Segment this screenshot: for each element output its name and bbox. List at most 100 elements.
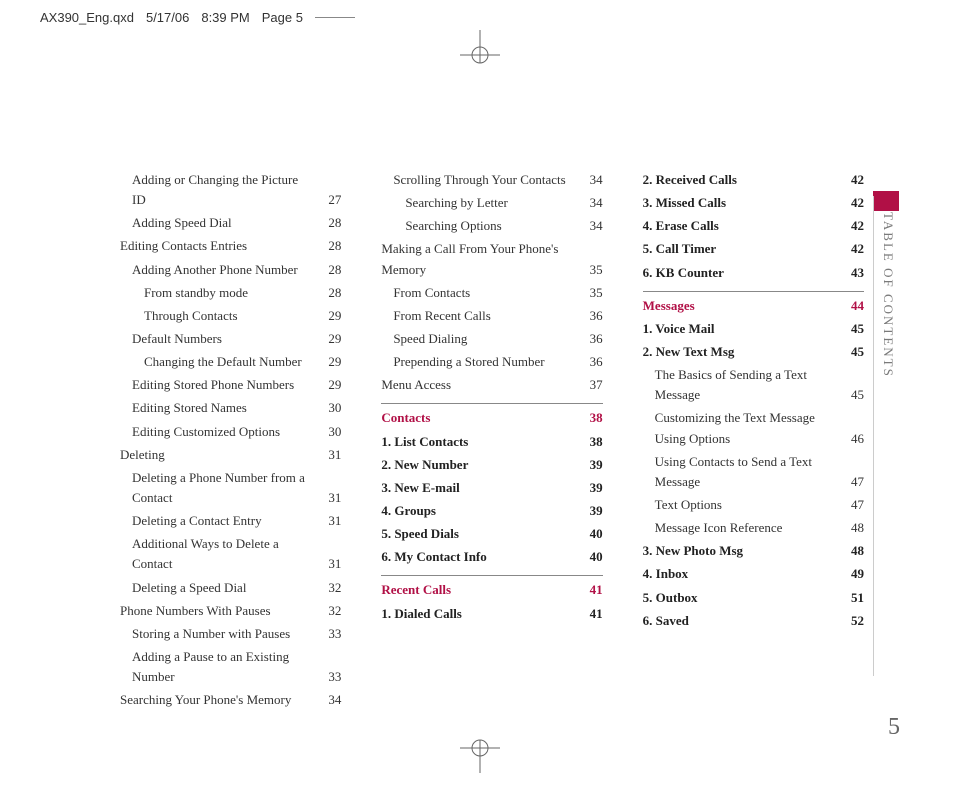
print-header: AX390_Eng.qxd 5/17/06 8:39 PM Page 5	[40, 10, 355, 25]
toc-entry: 2. Received Calls42	[643, 170, 864, 190]
toc-entry: Prepending a Stored Number36	[381, 352, 602, 372]
toc-page: 36	[579, 352, 603, 372]
toc-page: 31	[317, 445, 341, 465]
toc-label: Adding Another Phone Number	[132, 260, 317, 280]
toc-label: 4. Groups	[381, 501, 578, 521]
toc-page: 29	[317, 375, 341, 395]
header-rule	[315, 17, 355, 18]
toc-label: Customizing the Text Message Using Optio…	[655, 408, 840, 448]
toc-entry: 6. My Contact Info40	[381, 547, 602, 567]
toc-entry: From Contacts35	[381, 283, 602, 303]
file-page: Page 5	[262, 10, 303, 25]
toc-page: 37	[579, 375, 603, 395]
toc-page: 34	[317, 690, 341, 710]
toc-entry: Speed Dialing36	[381, 329, 602, 349]
toc-page: 47	[840, 472, 864, 492]
toc-column-1: Adding or Changing the Picture ID27Addin…	[120, 170, 341, 713]
toc-label: Editing Stored Phone Numbers	[132, 375, 317, 395]
toc-entry: Adding or Changing the Picture ID27	[120, 170, 341, 210]
toc-label: Editing Stored Names	[132, 398, 317, 418]
toc-label: 3. New E-mail	[381, 478, 578, 498]
toc-entry: Searching by Letter34	[381, 193, 602, 213]
toc-entry: From standby mode28	[120, 283, 341, 303]
toc-label: Editing Contacts Entries	[120, 236, 317, 256]
page-number: 5	[888, 714, 900, 741]
toc-label: 2. Received Calls	[643, 170, 840, 190]
side-tab-block	[873, 191, 899, 211]
toc-entry: Message Icon Reference48	[643, 518, 864, 538]
toc-entry: Searching Your Phone's Memory34	[120, 690, 341, 710]
toc-label: Scrolling Through Your Contacts	[393, 170, 578, 190]
toc-page: 30	[317, 422, 341, 442]
toc-entry: Customizing the Text Message Using Optio…	[643, 408, 864, 448]
toc-label: Adding a Pause to an Existing Number	[132, 647, 317, 687]
toc-entry: Recent Calls41	[381, 575, 602, 600]
toc-page: 33	[317, 667, 341, 687]
toc-label: Deleting	[120, 445, 317, 465]
toc-page: 47	[840, 495, 864, 515]
toc-page: 28	[317, 283, 341, 303]
toc-entry: Deleting a Phone Number from a Contact31	[120, 468, 341, 508]
toc-entry: Messages44	[643, 291, 864, 316]
toc-page: 38	[579, 432, 603, 452]
toc-entry: Changing the Default Number29	[120, 352, 341, 372]
toc-page: 39	[579, 455, 603, 475]
toc-entry: Adding Another Phone Number28	[120, 260, 341, 280]
toc-label: Message Icon Reference	[655, 518, 840, 538]
toc-page: 42	[840, 193, 864, 213]
toc-label: Searching Options	[405, 216, 578, 236]
toc-page: 46	[840, 429, 864, 449]
toc-page: 28	[317, 236, 341, 256]
toc-label: Recent Calls	[381, 580, 578, 600]
toc-page: 31	[317, 488, 341, 508]
toc-page: 51	[840, 588, 864, 608]
toc-body: Adding or Changing the Picture ID27Addin…	[120, 170, 864, 713]
toc-entry: 1. List Contacts38	[381, 432, 602, 452]
file-time: 8:39 PM	[201, 10, 249, 25]
toc-label: 6. My Contact Info	[381, 547, 578, 567]
toc-page: 35	[579, 283, 603, 303]
toc-label: Making a Call From Your Phone's Memory	[381, 239, 578, 279]
toc-page: 38	[579, 408, 603, 428]
toc-page: 39	[579, 501, 603, 521]
toc-page: 31	[317, 554, 341, 574]
toc-label: Adding or Changing the Picture ID	[132, 170, 317, 210]
toc-entry: Through Contacts29	[120, 306, 341, 326]
toc-entry: Editing Stored Names30	[120, 398, 341, 418]
toc-label: 5. Outbox	[643, 588, 840, 608]
toc-page: 29	[317, 352, 341, 372]
toc-label: From Contacts	[393, 283, 578, 303]
toc-page: 42	[840, 239, 864, 259]
toc-label: 4. Inbox	[643, 564, 840, 584]
toc-page: 34	[579, 216, 603, 236]
toc-entry: 5. Speed Dials40	[381, 524, 602, 544]
toc-entry: Using Contacts to Send a Text Message47	[643, 452, 864, 492]
toc-label: 6. KB Counter	[643, 263, 840, 283]
toc-entry: Additional Ways to Delete a Contact31	[120, 534, 341, 574]
toc-column-3: 2. Received Calls423. Missed Calls424. E…	[643, 170, 864, 713]
toc-entry: 1. Dialed Calls41	[381, 604, 602, 624]
toc-page: 35	[579, 260, 603, 280]
toc-label: Adding Speed Dial	[132, 213, 317, 233]
toc-label: Speed Dialing	[393, 329, 578, 349]
toc-label: 1. Dialed Calls	[381, 604, 578, 624]
toc-entry: 5. Outbox51	[643, 588, 864, 608]
crop-mark-top	[455, 30, 505, 80]
toc-page: 49	[840, 564, 864, 584]
toc-label: From standby mode	[144, 283, 317, 303]
toc-entry: 4. Inbox49	[643, 564, 864, 584]
toc-page: 44	[840, 296, 864, 316]
toc-page: 34	[579, 170, 603, 190]
toc-entry: 1. Voice Mail45	[643, 319, 864, 339]
toc-page: 27	[317, 190, 341, 210]
toc-column-2: Scrolling Through Your Contacts34Searchi…	[381, 170, 602, 713]
toc-label: 6. Saved	[643, 611, 840, 631]
toc-entry: Storing a Number with Pauses33	[120, 624, 341, 644]
toc-page: 41	[579, 580, 603, 600]
toc-entry: Making a Call From Your Phone's Memory35	[381, 239, 602, 279]
side-tab-label: TABLE OF CONTENTS	[880, 212, 896, 378]
toc-label: Messages	[643, 296, 840, 316]
toc-label: Searching Your Phone's Memory	[120, 690, 317, 710]
toc-label: 3. New Photo Msg	[643, 541, 840, 561]
toc-label: Deleting a Phone Number from a Contact	[132, 468, 317, 508]
